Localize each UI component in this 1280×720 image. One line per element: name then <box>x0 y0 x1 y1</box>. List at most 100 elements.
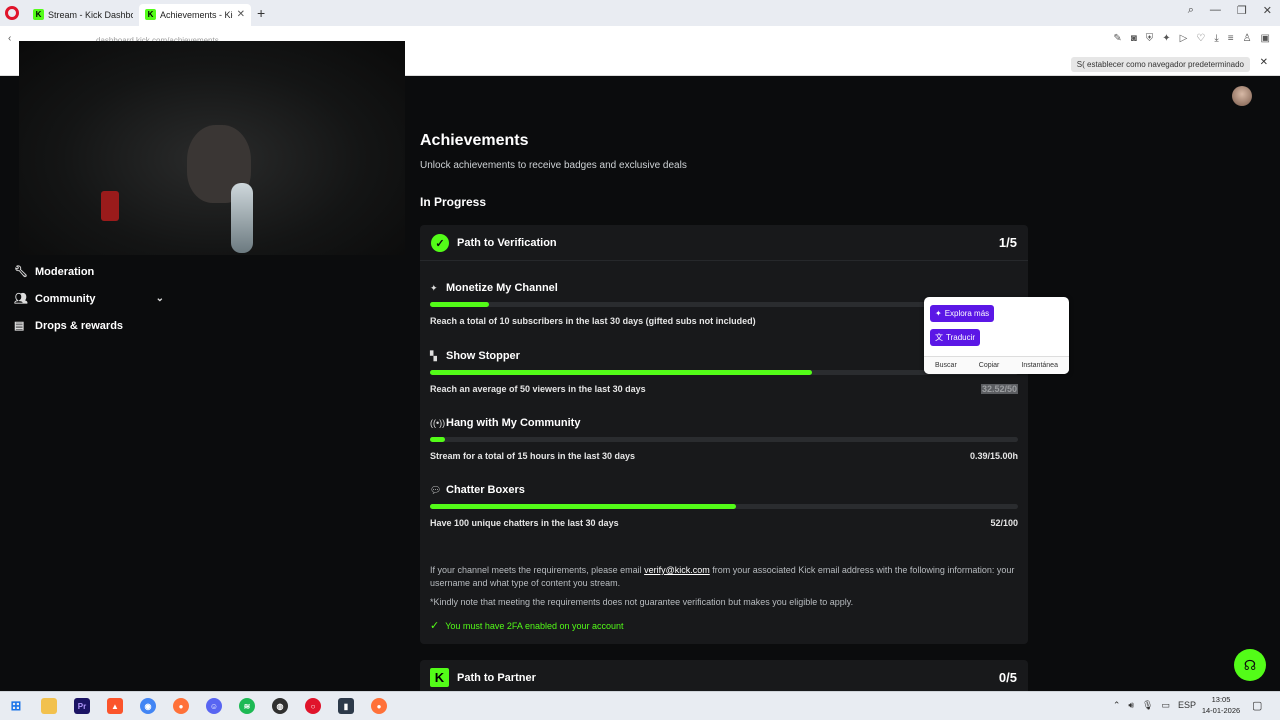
system-tray: ⌃ 🔊︎ 🎙︎ ▭ ESP <box>1113 700 1196 711</box>
file-explorer-icon[interactable] <box>41 698 57 714</box>
microphone-icon[interactable]: 🎙︎ <box>1142 700 1153 711</box>
avatar[interactable] <box>1232 86 1252 106</box>
page-title: Achievements <box>420 132 529 149</box>
search-tabs-icon[interactable]: ⌕ <box>1188 4 1194 17</box>
close-window-button[interactable]: ✕ <box>1263 4 1272 17</box>
opera-icon[interactable]: ○ <box>305 698 321 714</box>
firefox-icon[interactable]: ● <box>371 698 387 714</box>
chrome-icon[interactable]: ◉ <box>140 698 156 714</box>
cube-icon[interactable]: ▣ <box>1261 33 1270 44</box>
task-value: 52/100 <box>990 518 1018 528</box>
tab-achievements[interactable]: K Achievements - Kick Dash ✕ <box>139 3 251 26</box>
clock[interactable]: 13:05 14-01-2026 <box>1198 694 1244 716</box>
twofa-requirement: ✓ You must have 2FA enabled on your acco… <box>430 620 624 632</box>
explore-more-button[interactable]: ✦ Explora más <box>930 305 995 322</box>
discord-icon[interactable]: ☺ <box>206 698 222 714</box>
translate-button[interactable]: 文 Traducir <box>930 329 981 346</box>
card-title: Path to Verification <box>457 237 557 249</box>
new-tab-button[interactable]: + <box>257 5 265 21</box>
users-icon: 👥︎ <box>14 293 28 305</box>
edit-icon[interactable]: ✎ <box>1113 33 1121 44</box>
player-icon[interactable]: ▷ <box>1180 33 1188 44</box>
task-description: Reach a total of 10 subscribers in the l… <box>430 316 756 326</box>
task-name: Monetize My Channel <box>446 282 558 294</box>
chat-icon: 💬︎ <box>430 485 442 495</box>
task-description: Have 100 unique chatters in the last 30 … <box>430 518 619 528</box>
popup-actions: Buscar Copiar Instantánea <box>924 356 1069 374</box>
menu-icon[interactable]: ≡ <box>1228 33 1234 44</box>
wrench-icon: 🔧︎ <box>14 266 28 278</box>
network-icon[interactable]: ▭ <box>1161 700 1170 711</box>
sparkle-icon: ✦ <box>430 283 438 293</box>
opera-menu-icon[interactable] <box>5 6 19 20</box>
translate-icon: 文 <box>935 333 943 342</box>
progress-fill <box>430 437 446 442</box>
sidebar-item-community[interactable]: 👥︎ Community ⌄ <box>14 292 164 306</box>
notepad-icon[interactable]: ▮ <box>338 698 354 714</box>
task-value: 0.39/15.00h <box>969 451 1018 461</box>
broadcast-icon: ((•)) <box>430 418 446 428</box>
task-name: Show Stopper <box>446 350 520 362</box>
page-subtitle: Unlock achievements to receive badges an… <box>420 160 687 171</box>
shield-icon[interactable]: ⛨ <box>1146 33 1154 44</box>
viewers-icon: ▚ <box>430 351 437 361</box>
task-description: Stream for a total of 15 hours in the la… <box>430 451 636 461</box>
extension-icon[interactable]: ✦ <box>1162 33 1170 44</box>
kick-favicon-icon: K <box>33 9 44 20</box>
task-description: Reach an average of 50 viewers in the la… <box>430 384 646 394</box>
language-indicator[interactable]: ESP <box>1178 700 1196 711</box>
verify-email-link[interactable]: verify@kick.com <box>644 565 710 575</box>
progress-track <box>430 504 1018 509</box>
task-name: Chatter Boxers <box>446 484 525 496</box>
set-default-button[interactable]: S( establecer como navegador predetermin… <box>1070 57 1250 72</box>
progress-fill <box>430 504 736 509</box>
dismiss-default-icon[interactable]: ✕ <box>1260 57 1268 68</box>
heart-icon[interactable]: ♡ <box>1196 33 1205 44</box>
obs-icon[interactable]: ◍ <box>272 698 288 714</box>
verified-badge-icon: ✓ <box>431 234 449 252</box>
verification-note: *Kindly note that meeting the requiremen… <box>430 597 854 607</box>
notifications-icon[interactable]: ▢ <box>1252 699 1262 712</box>
firefox-icon[interactable]: ● <box>173 698 189 714</box>
sparkle-icon: ✦ <box>935 309 942 318</box>
chevron-up-icon[interactable]: ⌃ <box>1113 700 1121 711</box>
progress-track <box>430 437 1018 442</box>
tab-stream-dashboard[interactable]: K Stream - Kick Dashboard <box>27 4 139 26</box>
kick-favicon-icon: K <box>145 9 156 20</box>
progress-fill <box>430 370 813 375</box>
spotify-icon[interactable]: ≋ <box>239 698 255 714</box>
sidebar-item-drops-rewards[interactable]: ▤ Drops & rewards <box>14 319 164 333</box>
card-title: Path to Partner <box>457 672 536 684</box>
brave-icon[interactable]: ▲ <box>107 698 123 714</box>
browser-tab-bar: K Stream - Kick Dashboard K Achievements… <box>0 0 1280 26</box>
verification-card-header[interactable]: ✓ Path to Verification 1/5 <box>420 225 1028 261</box>
card-count: 1/5 <box>998 235 1017 250</box>
volume-icon[interactable]: 🔊︎ <box>1128 700 1134 711</box>
browser-toolbar: ✎ ◙ ⛨ ✦ ▷ ♡ ⤓ ≡ ♙ ▣ <box>1113 33 1270 44</box>
windows-taskbar: ⊞ Pr ▲ ◉ ● ☺ ≋ ◍ ○ ▮ ● ⌃ 🔊︎ 🎙︎ ▭ ESP <box>0 691 1280 720</box>
popup-search-button[interactable]: Buscar <box>935 362 957 369</box>
support-chat-button[interactable]: ☊ <box>1234 649 1266 681</box>
camera-icon[interactable]: ◙ <box>1131 33 1137 44</box>
popup-copy-button[interactable]: Copiar <box>979 362 1000 369</box>
verification-card: ✓ Path to Verification 1/5 ✦ Monetize My… <box>420 225 1028 644</box>
maximize-button[interactable]: ❐ <box>1237 4 1247 17</box>
task-chatter-boxers: 💬︎ Chatter Boxers Have 100 unique chatte… <box>430 484 1018 537</box>
headset-icon: ☊ <box>1243 656 1257 673</box>
back-icon[interactable]: ‹ <box>8 33 11 44</box>
close-tab-icon[interactable]: ✕ <box>237 9 245 20</box>
premiere-icon[interactable]: Pr <box>74 698 90 714</box>
chevron-down-icon[interactable]: ⌄ <box>156 293 164 304</box>
partner-card[interactable]: K Path to Partner 0/5 <box>420 660 1028 691</box>
download-icon[interactable]: ⤓ <box>1214 33 1218 44</box>
popup-snapshot-button[interactable]: Instantánea <box>1021 362 1058 369</box>
profile-icon[interactable]: ♙ <box>1243 33 1252 44</box>
task-value: 32.52/50 <box>980 384 1018 394</box>
check-icon: ✓ <box>430 620 440 632</box>
progress-fill <box>430 302 489 307</box>
verification-info: If your channel meets the requirements, … <box>430 565 1015 588</box>
sidebar-item-moderation[interactable]: 🔧︎ Moderation <box>14 265 164 279</box>
minimize-button[interactable]: — <box>1210 4 1221 17</box>
task-name: Hang with My Community <box>446 417 581 429</box>
start-icon[interactable]: ⊞ <box>8 698 24 714</box>
